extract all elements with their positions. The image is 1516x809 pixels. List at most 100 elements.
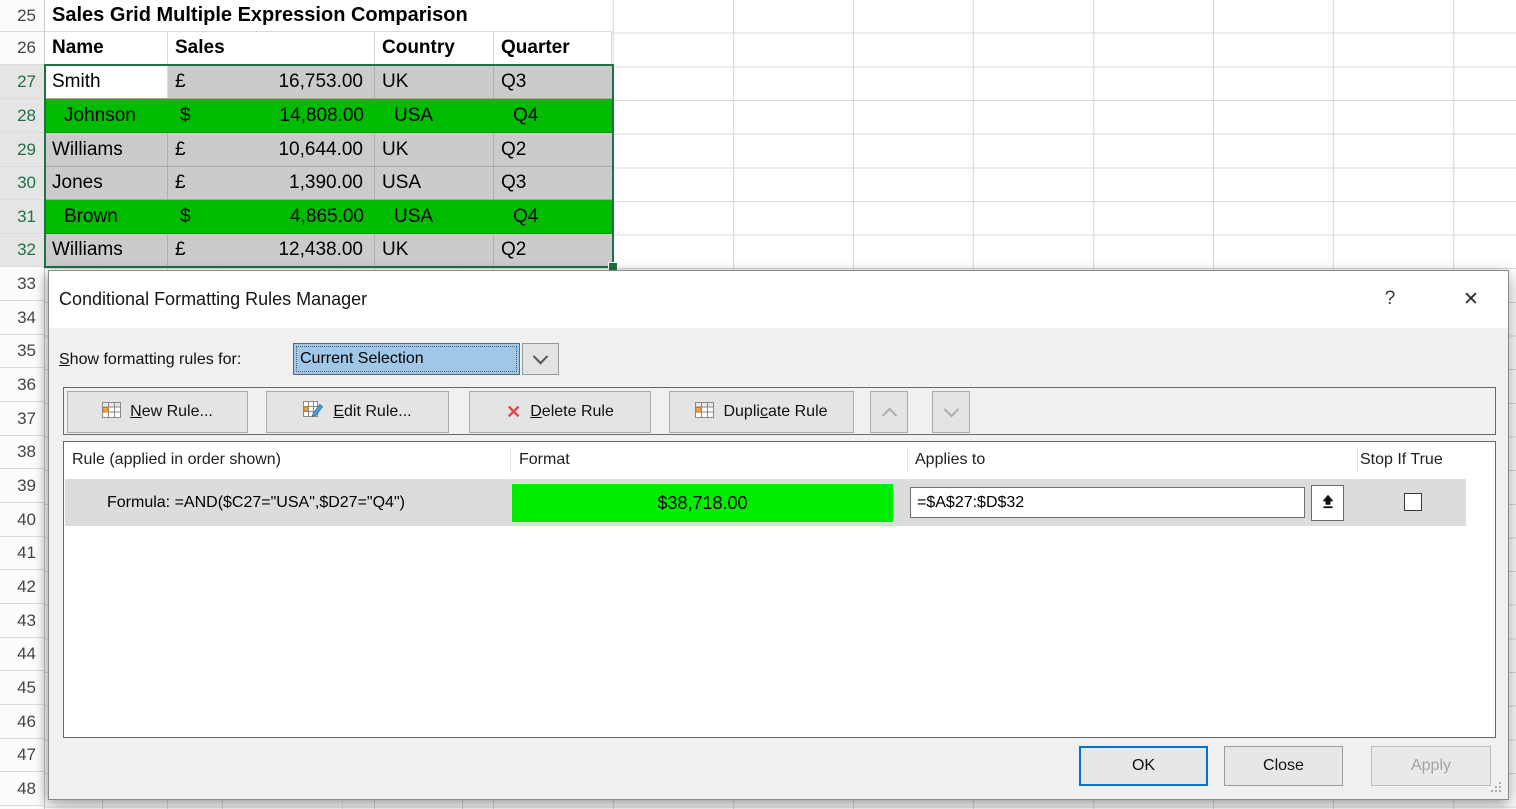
new-rule-grid-icon: [102, 402, 121, 423]
row-header-29[interactable]: 29: [0, 133, 44, 167]
cell-d32[interactable]: Q2: [494, 234, 612, 266]
row-header-36[interactable]: 36: [0, 368, 44, 402]
row-header-28[interactable]: 28: [0, 99, 44, 133]
stop-if-true-checkbox[interactable]: [1404, 493, 1422, 511]
row-header-45[interactable]: 45: [0, 671, 44, 705]
row-header-25[interactable]: 25: [0, 0, 44, 32]
cell-b28[interactable]: $14,808.00: [168, 99, 375, 132]
row-header-42[interactable]: 42: [0, 570, 44, 604]
delete-rule-label: Delete Rule: [530, 403, 614, 421]
table-row-28: Johnson $14,808.00 USA Q4: [45, 99, 612, 133]
currency-symbol: £: [175, 71, 186, 93]
row-header-37[interactable]: 37: [0, 402, 44, 436]
cell-b29[interactable]: £10,644.00: [168, 133, 375, 166]
row-header-40[interactable]: 40: [0, 503, 44, 537]
row-header-43[interactable]: 43: [0, 604, 44, 638]
cell-a27-active[interactable]: Smith: [45, 65, 168, 98]
cell-d31[interactable]: Q4: [494, 200, 612, 233]
currency-symbol: £: [175, 239, 186, 261]
cell-d30[interactable]: Q3: [494, 167, 612, 199]
collapse-dialog-button[interactable]: [1311, 485, 1344, 521]
dialog-titlebar[interactable]: Conditional Formatting Rules Manager ? ✕: [49, 271, 1508, 328]
help-icon[interactable]: ?: [1375, 284, 1405, 314]
cell-d27[interactable]: Q3: [494, 65, 612, 98]
table-row-29: Williams £10,644.00 UK Q2: [45, 133, 612, 167]
ok-button[interactable]: OK: [1079, 746, 1208, 786]
chevron-down-icon: [533, 348, 549, 364]
row-header-48[interactable]: 48: [0, 772, 44, 806]
table-header-row: Name Sales Country Quarter: [45, 32, 612, 65]
duplicate-rule-grid-icon: [695, 402, 714, 423]
cell-d29[interactable]: Q2: [494, 133, 612, 166]
cell-c31[interactable]: USA: [375, 200, 494, 233]
row-header-41[interactable]: 41: [0, 537, 44, 570]
row-header-38[interactable]: 38: [0, 436, 44, 469]
cell-c29[interactable]: UK: [375, 133, 494, 166]
amount: 16,753.00: [278, 71, 363, 93]
delete-rule-button[interactable]: ✕ Delete Rule: [469, 391, 651, 433]
edit-rule-label: Edit Rule...: [333, 403, 411, 421]
row-header-27[interactable]: 27: [0, 65, 44, 99]
cell-c32[interactable]: UK: [375, 234, 494, 266]
cell-a29[interactable]: Williams: [45, 133, 168, 166]
amount: 14,808.00: [279, 105, 364, 127]
list-header-applies-to: Applies to: [915, 442, 985, 478]
cf-rules-manager-dialog: Conditional Formatting Rules Manager ? ✕…: [48, 270, 1509, 800]
list-header-format: Format: [519, 442, 570, 478]
scope-dropdown-arrow-button[interactable]: [522, 343, 559, 375]
edit-rule-button[interactable]: Edit Rule...: [266, 391, 449, 433]
row-header-26[interactable]: 26: [0, 32, 44, 65]
currency-symbol: £: [175, 172, 186, 194]
label-part: S: [59, 351, 70, 369]
row-header-39[interactable]: 39: [0, 469, 44, 503]
cell-b31[interactable]: $4,865.00: [168, 200, 375, 233]
scope-dropdown[interactable]: Current Selection: [293, 343, 520, 375]
column-header-sales[interactable]: Sales: [168, 32, 375, 65]
rule-formula-text: Formula: =AND($C27="USA",$D27="Q4"): [107, 479, 405, 526]
sheet-title-cell[interactable]: Sales Grid Multiple Expression Compariso…: [45, 0, 612, 32]
duplicate-rule-label: Duplicate Rule: [723, 403, 827, 421]
apply-button[interactable]: Apply: [1371, 746, 1491, 786]
resize-grip[interactable]: [1490, 781, 1502, 793]
rule-row-selected[interactable]: Formula: =AND($C27="USA",$D27="Q4") $38,…: [65, 479, 1466, 526]
new-rule-label: New Rule...: [130, 403, 213, 421]
table-row-32: Williams £12,438.00 UK Q2: [45, 234, 612, 267]
row-header-31[interactable]: 31: [0, 200, 44, 234]
column-header-name[interactable]: Name: [45, 32, 168, 65]
move-rule-down-button[interactable]: [932, 391, 970, 433]
cell-a30[interactable]: Jones: [45, 167, 168, 199]
cell-c30[interactable]: USA: [375, 167, 494, 199]
column-header-quarter[interactable]: Quarter: [494, 32, 612, 65]
row-header-30[interactable]: 30: [0, 167, 44, 200]
cell-d28[interactable]: Q4: [494, 99, 612, 132]
new-rule-button[interactable]: New Rule...: [67, 391, 248, 433]
column-header-country[interactable]: Country: [375, 32, 494, 65]
row-header-46[interactable]: 46: [0, 705, 44, 739]
table-row-30: Jones £1,390.00 USA Q3: [45, 167, 612, 200]
close-button[interactable]: Close: [1224, 746, 1343, 786]
close-icon[interactable]: ✕: [1453, 283, 1489, 315]
row-header-35[interactable]: 35: [0, 335, 44, 368]
cell-c28[interactable]: USA: [375, 99, 494, 132]
collapse-arrow-icon: [1321, 494, 1335, 512]
scope-dropdown-value: Current Selection: [300, 350, 424, 368]
chevron-up-icon: [881, 407, 897, 423]
column-divider: [1357, 447, 1358, 473]
cell-a28[interactable]: Johnson: [45, 99, 168, 132]
cell-b30[interactable]: £1,390.00: [168, 167, 375, 199]
cell-c27[interactable]: UK: [375, 65, 494, 98]
row-header-47[interactable]: 47: [0, 739, 44, 772]
move-rule-up-button[interactable]: [870, 391, 908, 433]
row-header-44[interactable]: 44: [0, 638, 44, 671]
column-divider: [907, 447, 908, 473]
applies-to-input[interactable]: [910, 487, 1305, 518]
cell-b32[interactable]: £12,438.00: [168, 234, 375, 266]
cell-a32[interactable]: Williams: [45, 234, 168, 266]
cell-b27[interactable]: £16,753.00: [168, 65, 375, 98]
row-header-34[interactable]: 34: [0, 301, 44, 335]
row-header-32[interactable]: 32: [0, 234, 44, 267]
currency-symbol: £: [175, 139, 186, 161]
row-header-33[interactable]: 33: [0, 267, 44, 301]
duplicate-rule-button[interactable]: Duplicate Rule: [669, 391, 854, 433]
cell-a31[interactable]: Brown: [45, 200, 168, 233]
